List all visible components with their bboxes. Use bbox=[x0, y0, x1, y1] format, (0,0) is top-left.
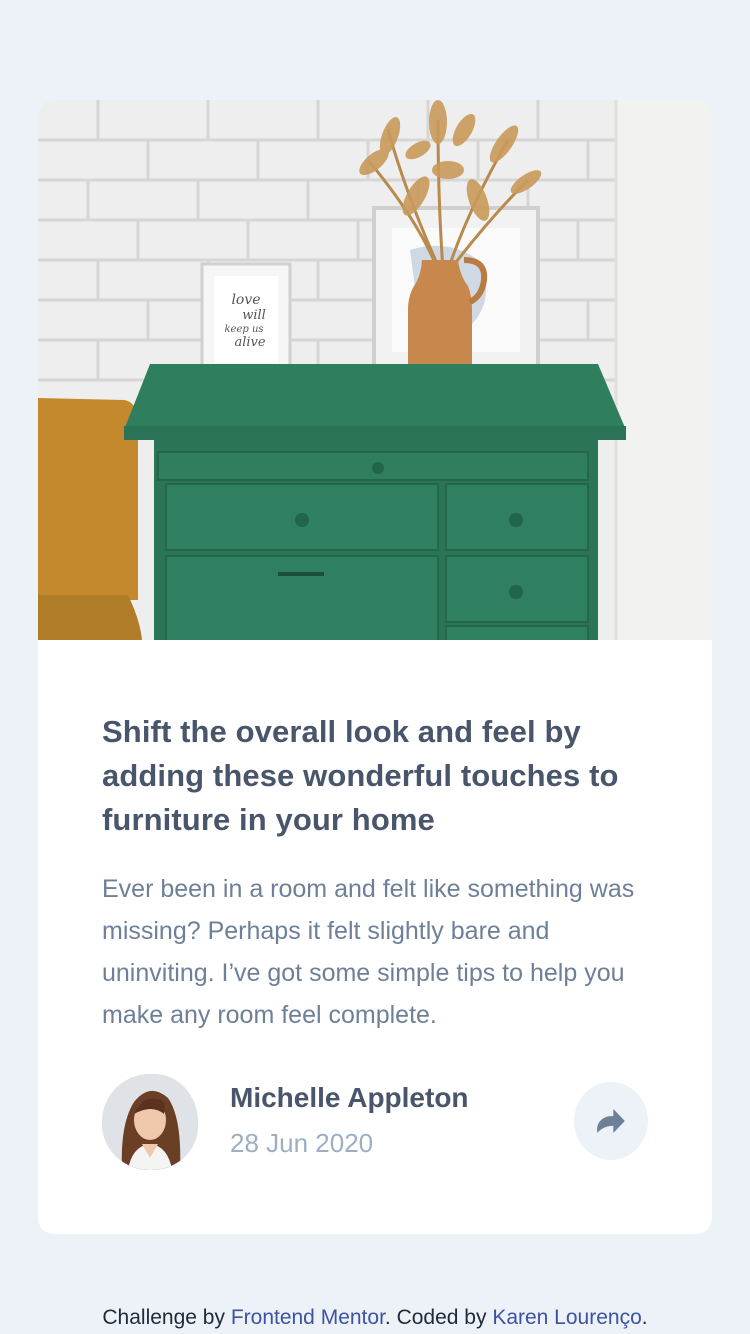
hero-image: love will keep us alive bbox=[38, 100, 712, 640]
post-date: 28 Jun 2020 bbox=[230, 1128, 374, 1158]
article-excerpt: Ever been in a room and felt like someth… bbox=[102, 875, 635, 1029]
attribution-suffix: . bbox=[641, 1306, 648, 1329]
article-card: love will keep us alive Shift the overal… bbox=[38, 100, 712, 1234]
author-name: Michelle Appleton bbox=[230, 1082, 469, 1113]
coder-link[interactable]: Karen Lourenço bbox=[492, 1306, 641, 1329]
attribution: Challenge by Frontend Mentor. Coded by K… bbox=[0, 1306, 750, 1330]
frame-text-2: will bbox=[242, 308, 266, 323]
attribution-prefix: Challenge by bbox=[102, 1306, 231, 1329]
author-avatar bbox=[102, 1074, 198, 1170]
article-title: Shift the overall look and feel by addin… bbox=[102, 714, 619, 837]
frontend-mentor-link[interactable]: Frontend Mentor bbox=[231, 1306, 385, 1329]
frame-text-1: love bbox=[231, 292, 260, 308]
attribution-middle: . Coded by bbox=[384, 1306, 493, 1329]
frame-text-3: keep us bbox=[224, 324, 263, 335]
author-row: Michelle Appleton 28 Jun 2020 bbox=[102, 1074, 648, 1172]
share-icon bbox=[597, 1109, 625, 1133]
share-button[interactable] bbox=[574, 1082, 648, 1160]
frame-text-4: alive bbox=[234, 335, 265, 350]
